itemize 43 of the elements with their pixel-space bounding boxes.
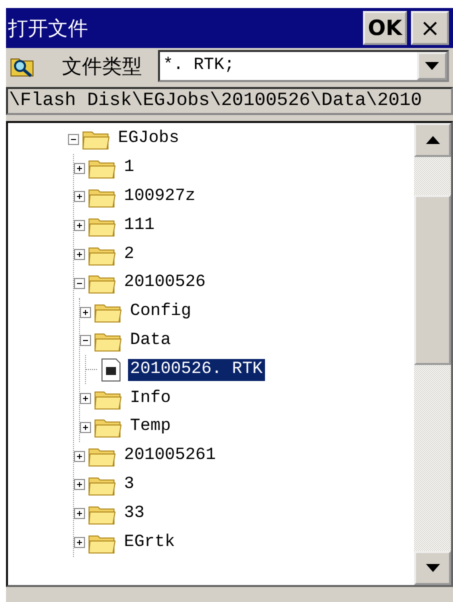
- close-button[interactable]: ×: [411, 11, 449, 45]
- folder-item[interactable]: EGrtk: [122, 532, 178, 554]
- expand-icon[interactable]: [80, 393, 91, 404]
- folder-item[interactable]: Config: [128, 301, 194, 324]
- collapse-icon[interactable]: [74, 278, 85, 289]
- scroll-up-button[interactable]: [414, 123, 451, 157]
- down-arrow-icon: [426, 564, 440, 572]
- scrollbar[interactable]: [414, 123, 451, 585]
- folder-item[interactable]: EGJobs: [116, 128, 182, 150]
- folder-item[interactable]: Temp: [128, 416, 173, 438]
- collapse-icon[interactable]: [68, 134, 79, 145]
- folder-item[interactable]: 201005261: [122, 445, 218, 468]
- expand-icon[interactable]: [74, 479, 85, 490]
- file-type-dropdown[interactable]: *. RTK;: [158, 50, 449, 82]
- window-title: 打开文件: [8, 16, 89, 42]
- path-field[interactable]: \Flash Disk\EGJobs\20100526\Data\2010: [6, 87, 453, 115]
- folder-item[interactable]: Info: [128, 388, 173, 410]
- folder-item[interactable]: 1: [122, 157, 136, 180]
- scroll-down-button[interactable]: [414, 551, 451, 585]
- collapse-icon[interactable]: [80, 335, 91, 346]
- dropdown-arrow-icon: [425, 62, 439, 70]
- folder-item[interactable]: 20100526: [122, 272, 208, 294]
- file-icon: [100, 358, 122, 382]
- expand-icon[interactable]: [74, 191, 85, 202]
- folder-item[interactable]: 100927z: [122, 186, 198, 208]
- file-item[interactable]: 20100526. RTK: [128, 358, 265, 381]
- expand-icon[interactable]: [80, 306, 91, 318]
- ok-button[interactable]: OK: [362, 11, 407, 45]
- folder-item[interactable]: Data: [128, 330, 173, 352]
- expand-icon[interactable]: [74, 220, 85, 232]
- scroll-thumb[interactable]: [414, 195, 451, 365]
- file-type-label: 文件类型: [62, 54, 142, 80]
- expand-icon[interactable]: [74, 162, 85, 174]
- expand-icon[interactable]: [74, 249, 85, 260]
- folder-item[interactable]: 3: [122, 474, 136, 496]
- up-arrow-icon: [426, 136, 440, 144]
- folder-item[interactable]: 33: [122, 502, 146, 525]
- folder-item[interactable]: 2: [122, 244, 136, 266]
- expand-icon[interactable]: [74, 537, 85, 548]
- expand-icon[interactable]: [80, 422, 91, 433]
- expand-icon[interactable]: [74, 450, 85, 462]
- expand-icon[interactable]: [74, 508, 85, 520]
- folder-item[interactable]: 111: [122, 214, 157, 237]
